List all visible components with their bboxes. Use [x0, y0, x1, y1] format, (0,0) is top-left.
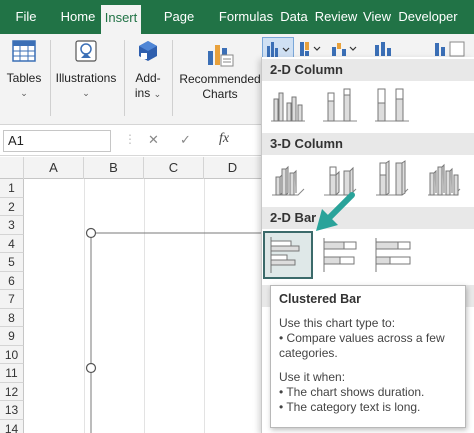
- bar-line-chart-icon[interactable]: [372, 39, 402, 59]
- tab-developer[interactable]: Developer: [396, 0, 460, 34]
- stacked-bar-thumb[interactable]: [320, 235, 362, 275]
- add-ins-button[interactable]: Add- ins ⌄: [128, 34, 168, 125]
- enter-icon[interactable]: ✓: [180, 132, 191, 148]
- tab-home[interactable]: Home: [56, 0, 100, 34]
- column-header[interactable]: C: [144, 157, 204, 179]
- section-header-2d-column: 2-D Column: [262, 59, 474, 81]
- hierarchy-chart-icon[interactable]: [298, 39, 326, 59]
- illustrations-label: Illustrations: [55, 71, 117, 85]
- pointer-arrow-icon: [316, 192, 355, 231]
- 100-stacked-column-thumb[interactable]: [372, 85, 412, 125]
- illustrations-icon: [75, 40, 97, 62]
- 3d-clustered-column-thumb[interactable]: [268, 159, 308, 199]
- clustered-bar-option[interactable]: [263, 231, 313, 279]
- ribbon-separator: [50, 40, 51, 116]
- ribbon-separator: [124, 40, 125, 116]
- tables-label: Tables: [6, 71, 42, 85]
- chevron-down-icon: ⌄: [153, 89, 162, 99]
- waterfall-chart-icon[interactable]: [330, 39, 360, 59]
- tab-data[interactable]: Data: [278, 0, 310, 34]
- illustrations-button[interactable]: Illustrations ⌄: [54, 34, 118, 125]
- table-icon: [12, 40, 36, 62]
- clustered-bar-thumb: [270, 237, 300, 273]
- column-header[interactable]: B: [84, 157, 144, 179]
- stacked-column-thumb[interactable]: [320, 85, 360, 125]
- tab-view[interactable]: View: [362, 0, 392, 34]
- section-header-3d-column: 3-D Column: [262, 133, 474, 155]
- tooltip-bullet: • The category text is long.: [279, 400, 421, 414]
- chart-tooltip: Clustered Bar Use this chart type to: • …: [270, 285, 466, 428]
- tooltip-bullet: • Compare values across a few categories…: [279, 331, 445, 360]
- tab-file[interactable]: File: [6, 0, 46, 34]
- add-ins-icon: [139, 41, 157, 61]
- name-box[interactable]: A1: [3, 130, 111, 152]
- tooltip-intro: Use this chart type to:: [279, 316, 396, 330]
- tables-button[interactable]: Tables ⌄: [2, 34, 46, 125]
- tab-page-layout[interactable]: Page Layout: [144, 0, 214, 58]
- chevron-down-icon: ⌄: [20, 88, 28, 98]
- 3d-column-thumb[interactable]: [424, 159, 464, 199]
- recommended-charts-label-1: Recommended: [179, 72, 261, 86]
- recommended-charts-label-2: Charts: [202, 87, 238, 101]
- tooltip-title: Clustered Bar: [279, 292, 361, 306]
- section-header-2d-bar: 2-D Bar: [262, 207, 474, 229]
- tab-insert[interactable]: Insert: [101, 5, 141, 34]
- select-all-corner[interactable]: [0, 157, 24, 179]
- ribbon-separator: [172, 40, 173, 116]
- 3d-100-stacked-column-thumb[interactable]: [372, 159, 412, 199]
- clustered-column-thumb[interactable]: [268, 85, 308, 125]
- formula-bar-grip: ⋮: [124, 132, 136, 146]
- chevron-down-icon: ⌄: [82, 88, 90, 98]
- tab-review[interactable]: Review: [314, 0, 358, 34]
- recommended-charts-button[interactable]: Recommended Charts: [178, 34, 262, 125]
- column-header[interactable]: D: [204, 157, 262, 179]
- cancel-icon[interactable]: ✕: [148, 132, 159, 148]
- insert-function-icon[interactable]: fx: [219, 131, 229, 147]
- add-ins-label-1: Add-: [135, 71, 161, 85]
- add-ins-label-2: ins ⌄: [134, 86, 162, 100]
- tab-formulas[interactable]: Formulas: [218, 0, 274, 34]
- pivot-chart-icon[interactable]: [432, 39, 468, 59]
- 100-stacked-bar-thumb[interactable]: [372, 235, 414, 275]
- tooltip-bullet: • The chart shows duration.: [279, 385, 425, 399]
- ribbon-tab-bar: File Home Insert Page Layout Formulas Da…: [0, 0, 474, 58]
- recommended-charts-icon: [208, 45, 234, 67]
- column-header[interactable]: A: [24, 157, 84, 179]
- chart-area-frame[interactable]: [0, 179, 262, 433]
- tooltip-when: Use it when:: [279, 370, 346, 384]
